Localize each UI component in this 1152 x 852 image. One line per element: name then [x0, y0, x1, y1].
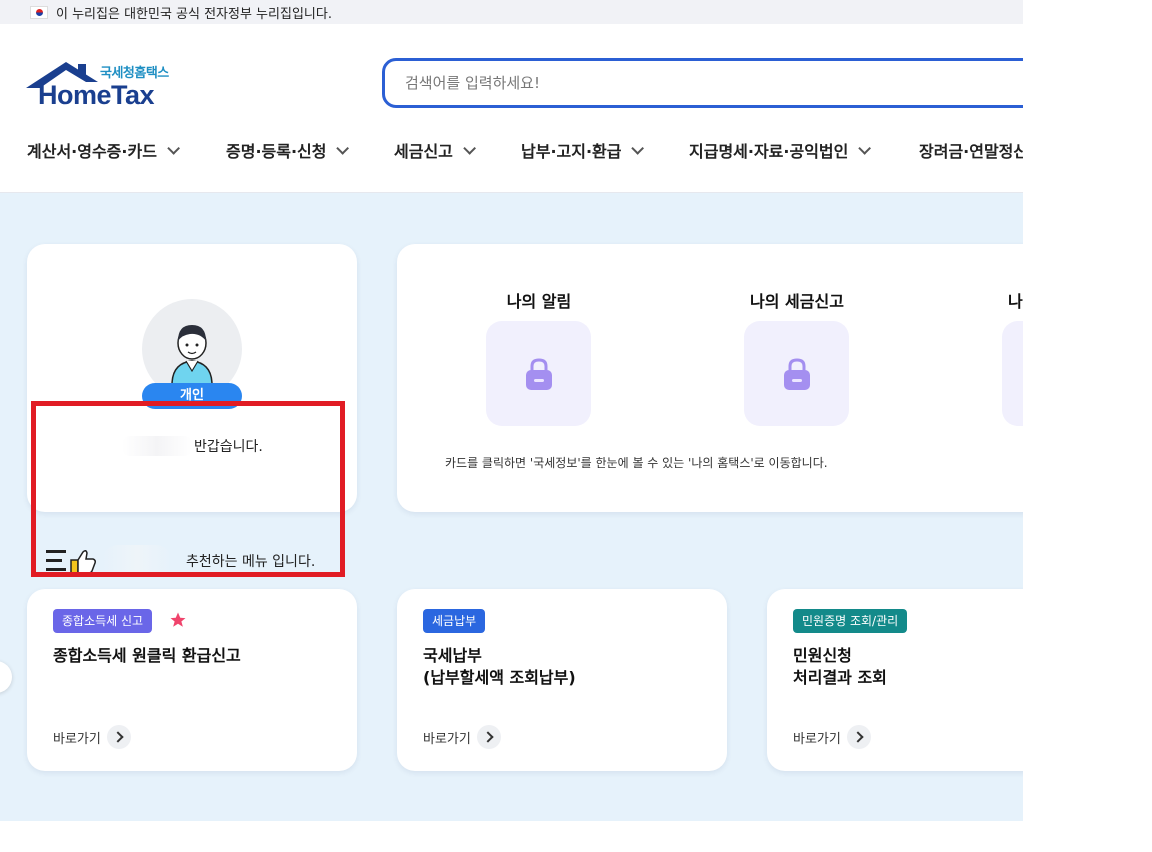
lock-icon	[526, 358, 552, 390]
nav-item-certificate[interactable]: 증명·등록·신청	[226, 138, 350, 162]
tile-title-alarm: 나의 알림	[506, 292, 572, 311]
chevron-down-icon	[631, 141, 645, 155]
goto-link[interactable]: 바로가기	[53, 725, 131, 749]
nav-item-invoice[interactable]: 계산서·영수증·카드	[27, 138, 180, 162]
nav-item-payment[interactable]: 납부·고지·환급	[521, 138, 645, 162]
star-icon[interactable]	[169, 611, 187, 629]
menu-title: 종합소득세 원클릭 환급신고	[53, 646, 241, 665]
chevron-down-icon	[336, 141, 350, 155]
menu-title: 민원신청 처리결과 조회	[793, 646, 887, 687]
tile-title-tax-payment: 나의 세금납부	[1008, 292, 1023, 311]
menu-title: 국세납부 (납부할세액 조회납부)	[423, 646, 576, 687]
gov-banner: 이 누리집은 대한민국 공식 전자정부 누리집입니다.	[0, 0, 1023, 24]
search-input[interactable]	[405, 74, 1023, 92]
nav-item-incentive[interactable]: 장려금·연말정산	[919, 138, 1023, 162]
search-box[interactable]	[382, 58, 1023, 108]
tile-my-alarm[interactable]	[486, 321, 591, 426]
chevron-right-icon	[106, 725, 131, 749]
nav-item-label: 납부·고지·환급	[521, 142, 622, 161]
nav-item-tax-report[interactable]: 세금신고	[394, 138, 476, 162]
tile-my-tax-report[interactable]	[744, 321, 849, 426]
chevron-right-icon	[476, 725, 501, 749]
korea-flag-icon	[30, 5, 48, 19]
gov-banner-text: 이 누리집은 대한민국 공식 전자정부 누리집입니다.	[56, 6, 332, 22]
chevron-down-icon	[167, 141, 180, 155]
nav-item-label: 계산서·영수증·카드	[27, 142, 157, 161]
category-badge: 종합소득세 신고	[53, 609, 153, 633]
chevron-down-icon	[858, 141, 872, 155]
nav-item-label: 지급명세·자료·공익법인	[689, 142, 849, 161]
goto-label: 바로가기	[53, 731, 101, 747]
logo-subtitle: 국세청홈택스	[100, 66, 169, 81]
goto-link[interactable]: 바로가기	[793, 725, 871, 749]
viewport: 이 누리집은 대한민국 공식 전자정부 누리집입니다. 국세청홈택스 HomeT…	[0, 0, 1023, 852]
tile-title-tax-report: 나의 세금신고	[750, 292, 844, 311]
nav-item-label: 세금신고	[394, 142, 453, 161]
nav-item-label: 장려금·연말정산	[919, 142, 1023, 161]
goto-link[interactable]: 바로가기	[423, 725, 501, 749]
hometax-logo[interactable]: 국세청홈택스 HomeTax	[26, 60, 186, 110]
highlight-box	[31, 401, 345, 577]
goto-label: 바로가기	[423, 731, 471, 747]
menu-card-civil-service[interactable]: 민원증명 조회/관리 민원신청 처리결과 조회 바로가기	[767, 589, 1023, 771]
menu-card-tax-payment[interactable]: 세금납부 국세납부 (납부할세액 조회납부) 바로가기	[397, 589, 727, 771]
menu-card-income-tax[interactable]: 종합소득세 신고 종합소득세 원클릭 환급신고 바로가기	[27, 589, 357, 771]
my-hometax-card: 나의 알림 나의 세금신고 나의 세금납부	[397, 244, 1023, 512]
tile-my-tax-payment[interactable]	[1002, 321, 1023, 426]
goto-label: 바로가기	[793, 731, 841, 747]
carousel-prev-button[interactable]	[0, 661, 12, 693]
main-nav: 계산서·영수증·카드 증명·등록·신청 세금신고 납부·고지·환급 지급명세·자…	[0, 138, 1023, 168]
nav-item-statement[interactable]: 지급명세·자료·공익법인	[689, 138, 872, 162]
chevron-down-icon	[463, 141, 476, 155]
chevron-right-icon	[846, 725, 871, 749]
nav-item-label: 증명·등록·신청	[226, 142, 327, 161]
logo-title: HomeTax	[38, 80, 155, 110]
category-badge: 세금납부	[423, 609, 486, 633]
category-badge: 민원증명 조회/관리	[793, 609, 908, 633]
my-hometax-description: 카드를 클릭하면 '국세정보'를 한눈에 볼 수 있는 '나의 홈택스'로 이동…	[445, 456, 828, 470]
lock-icon	[784, 358, 810, 390]
